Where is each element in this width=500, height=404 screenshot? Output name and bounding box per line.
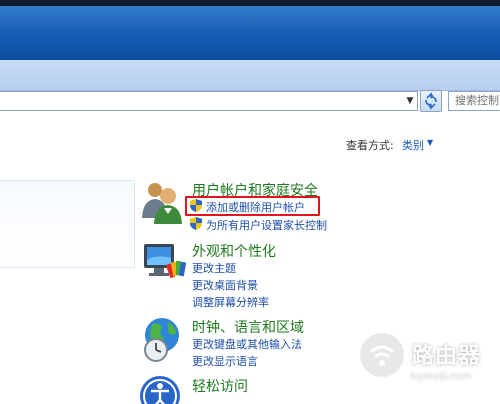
monitor-paint-icon[interactable] bbox=[138, 240, 186, 286]
link-change-theme[interactable]: 更改主题 bbox=[192, 260, 236, 276]
title-bar-sheen bbox=[0, 6, 500, 32]
left-side-panel bbox=[0, 180, 135, 268]
users-icon[interactable] bbox=[138, 178, 186, 226]
view-by-dropdown-arrow-icon[interactable]: ▼ bbox=[427, 138, 433, 147]
refresh-icon bbox=[425, 92, 437, 110]
shield-icon bbox=[190, 217, 202, 230]
address-input[interactable] bbox=[0, 91, 418, 111]
globe-clock-icon[interactable] bbox=[138, 314, 186, 364]
address-dropdown-arrow-icon[interactable]: ▼ bbox=[403, 94, 417, 108]
window-title-bar bbox=[0, 0, 500, 60]
view-by-label: 查看方式: bbox=[346, 139, 394, 152]
link-change-keyboard-input[interactable]: 更改键盘或其他输入法 bbox=[192, 336, 302, 352]
highlight-annotation-box bbox=[185, 196, 320, 216]
navigation-bar bbox=[0, 60, 500, 91]
link-adjust-screen-resolution[interactable]: 调整屏幕分辨率 bbox=[192, 294, 269, 310]
link-parental-controls[interactable]: 为所有用户设置家长控制 bbox=[206, 217, 327, 233]
link-change-desktop-background[interactable]: 更改桌面背景 bbox=[192, 277, 258, 293]
view-by-dropdown[interactable]: 类别 bbox=[402, 137, 424, 153]
router-logo-icon bbox=[358, 331, 406, 379]
category-title-appearance[interactable]: 外观和个性化 bbox=[192, 241, 276, 261]
watermark-url: luyouqi.com bbox=[410, 371, 472, 382]
category-title-ease-of-access[interactable]: 轻松访问 bbox=[192, 376, 248, 396]
category-title-clock-language-region[interactable]: 时钟、语言和区域 bbox=[192, 317, 304, 337]
search-input[interactable]: 搜索控制 bbox=[448, 91, 500, 111]
link-change-display-language[interactable]: 更改显示语言 bbox=[192, 353, 258, 369]
refresh-button[interactable] bbox=[420, 90, 442, 112]
watermark-text: 路由器 bbox=[412, 344, 482, 369]
